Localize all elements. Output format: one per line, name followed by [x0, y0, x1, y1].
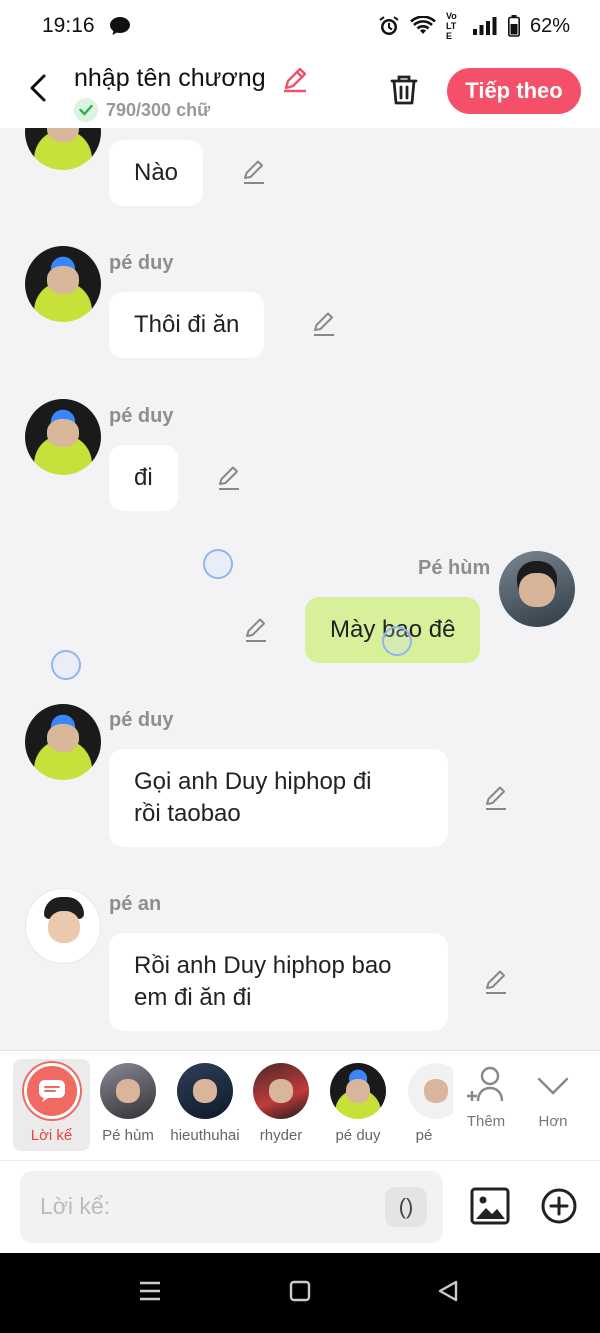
chapter-title[interactable]: nhập tên chương [74, 64, 266, 93]
recents-button[interactable] [138, 1279, 162, 1308]
character-label: pé duy [335, 1127, 381, 1144]
message-line: Gọi anh Duy hiphop đi [134, 768, 372, 795]
message-bubble[interactable]: đi [109, 445, 178, 511]
status-time: 19:16 [42, 14, 95, 37]
back-button[interactable] [20, 70, 56, 106]
back-nav-button[interactable] [436, 1279, 460, 1308]
avatar[interactable] [499, 551, 575, 627]
menu-icon [140, 1281, 160, 1301]
character-label: Lời kể [30, 1127, 73, 1144]
check-icon [74, 98, 98, 122]
battery-level: 62% [529, 14, 570, 37]
message-line: em đi ăn đi [134, 984, 252, 1011]
character-pe-duy[interactable]: pé duy [320, 1059, 396, 1144]
touch-indicator [51, 650, 81, 680]
edit-message-icon[interactable] [240, 158, 268, 186]
trash-icon [390, 75, 418, 105]
character-hieuthuhai[interactable]: hieuthuhai [167, 1059, 243, 1144]
avatar [330, 1063, 386, 1119]
add-button[interactable] [540, 1187, 578, 1230]
message-line: Rồi anh Duy hiphop bao [134, 952, 392, 979]
status-bar: 19:16 Vo LTE 62% [0, 0, 600, 52]
more-button[interactable]: Hơn [520, 1059, 586, 1130]
character-label: hieuthuhai [170, 1127, 240, 1144]
signal-icon [472, 16, 498, 36]
chevron-down-icon [537, 1077, 569, 1095]
parenthesis-button[interactable]: () [385, 1187, 427, 1227]
avatar[interactable] [25, 246, 101, 322]
avatar[interactable] [25, 888, 101, 964]
character-narrator[interactable]: Lời kể [13, 1059, 90, 1151]
word-count: 790/300 chữ [74, 98, 210, 122]
chat-area[interactable]: Nào pé duy Thôi đi ăn pé duy đi Pé hùm M… [0, 128, 600, 1050]
system-nav-bar [0, 1253, 600, 1333]
image-icon [470, 1187, 510, 1225]
chevron-left-icon [30, 74, 46, 102]
sender-name: pé an [109, 893, 162, 915]
next-button[interactable]: Tiếp theo [447, 68, 581, 114]
more-label: Hơn [538, 1113, 568, 1130]
chat-bubble-icon [23, 1063, 80, 1119]
edit-message-icon[interactable] [215, 464, 243, 492]
plus-circle-icon [541, 1188, 577, 1224]
avatar[interactable] [25, 128, 101, 170]
input-placeholder: Lời kể: [40, 1193, 111, 1219]
character-label: pé [415, 1127, 433, 1144]
message-bubble[interactable]: Nào [109, 140, 204, 206]
triangle-back-icon [438, 1280, 458, 1302]
alarm-icon [378, 15, 400, 37]
avatar[interactable] [25, 704, 101, 780]
message-line: rồi taobao [134, 800, 241, 827]
add-label: Thêm [466, 1113, 506, 1130]
message-bubble[interactable]: Thôi đi ăn [109, 292, 265, 358]
avatar [100, 1063, 156, 1119]
character-pe-hum[interactable]: Pé hùm [90, 1059, 166, 1144]
message-bubble[interactable]: Gọi anh Duy hiphop đi rồi taobao [109, 749, 448, 847]
delete-button[interactable] [384, 70, 424, 115]
sender-name: pé duy [109, 252, 174, 274]
character-label: rhyder [259, 1127, 303, 1144]
chat-app-icon [109, 16, 131, 36]
edit-message-icon[interactable] [482, 784, 510, 812]
character-selector: Lời kể Pé hùm hieuthuhai rhyder pé duy p… [0, 1050, 600, 1160]
wifi-icon [410, 16, 436, 36]
home-icon [289, 1280, 311, 1302]
character-pe-an[interactable]: pé [386, 1059, 462, 1144]
avatar[interactable] [25, 399, 101, 475]
editor-header: nhập tên chương 790/300 chữ Tiếp theo [0, 52, 600, 128]
sender-name: pé duy [109, 405, 174, 427]
add-person-icon [467, 1066, 504, 1102]
edit-title-icon[interactable] [280, 64, 310, 99]
character-label: Pé hùm [102, 1127, 154, 1144]
word-count-text: 790/300 chữ [106, 99, 211, 120]
insert-image-button[interactable] [470, 1187, 510, 1230]
character-rhyder[interactable]: rhyder [243, 1059, 319, 1144]
touch-indicator [203, 549, 233, 579]
home-button[interactable] [288, 1279, 312, 1308]
narration-input[interactable]: Lời kể: () [20, 1171, 443, 1243]
composer: Lời kể: () [0, 1160, 600, 1253]
sender-name: pé duy [109, 709, 174, 731]
message-bubble[interactable]: Rồi anh Duy hiphop bao em đi ăn đi [109, 933, 448, 1031]
edit-message-icon[interactable] [310, 310, 338, 338]
battery-icon [507, 15, 520, 37]
avatar [253, 1063, 309, 1119]
volte-icon: Vo LTE [445, 11, 457, 41]
avatar [177, 1063, 233, 1119]
touch-indicator [382, 626, 412, 656]
add-character-button[interactable]: Thêm [453, 1059, 519, 1159]
edit-message-icon[interactable] [482, 968, 510, 996]
sender-name: Pé hùm [418, 557, 491, 579]
edit-message-icon[interactable] [242, 616, 270, 644]
